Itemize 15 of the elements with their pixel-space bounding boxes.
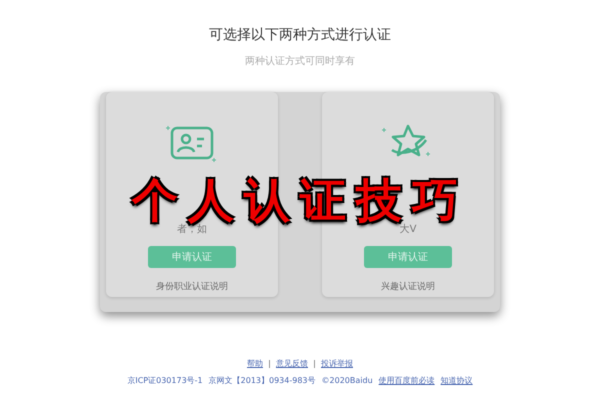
footer-link[interactable]: 知道协议 xyxy=(440,375,473,386)
card-description: 者，如 xyxy=(177,224,207,236)
info-link[interactable]: 身份职业认证说明 xyxy=(156,280,228,293)
info-link[interactable]: 兴趣认证说明 xyxy=(381,280,435,293)
page-title: 可选择以下两种方式进行认证 xyxy=(209,26,391,44)
footer-link[interactable]: 帮助 xyxy=(246,358,263,369)
legal-text: 京ICP证030173号-1 xyxy=(127,375,203,386)
page-subtitle: 两种认证方式可同时享有 xyxy=(245,54,355,68)
footer-link[interactable]: 意见反馈 xyxy=(276,358,308,369)
footer-link[interactable]: 使用百度前必读 xyxy=(378,375,435,386)
footer-link[interactable]: 投诉举报 xyxy=(320,358,353,369)
legal-text: 京网文【2013】0934-983号 xyxy=(208,375,316,386)
legal-text: ©2020Baidu xyxy=(322,376,373,385)
card-description: 大V xyxy=(400,224,416,236)
overlay-title: 个人认证技巧 xyxy=(130,176,469,224)
